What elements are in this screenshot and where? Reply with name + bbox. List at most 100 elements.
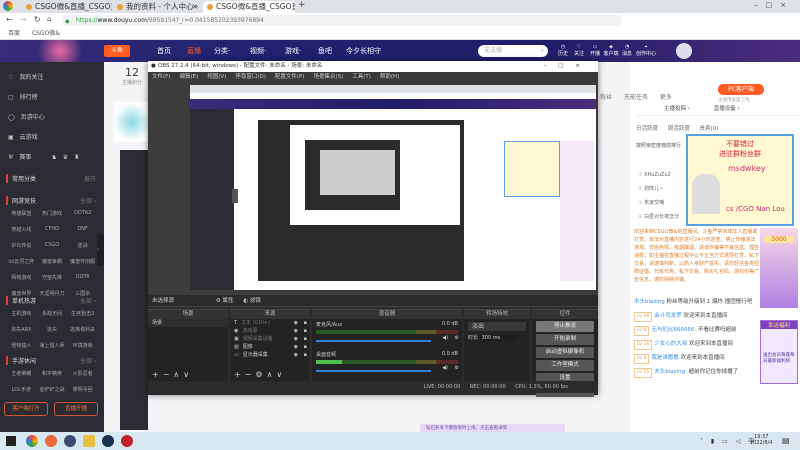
- control-button[interactable]: 工作室模式: [536, 360, 594, 371]
- sidebar-item-events[interactable]: ♅ 赛事 ♞♛♜: [8, 152, 86, 161]
- rank-item[interactable]: ④ 白昼对长夜恋分: [638, 210, 679, 224]
- source-item[interactable]: ▭ 显示器采集 ◉ ▪: [230, 351, 310, 359]
- category-link[interactable]: lol云顶之弈: [6, 258, 37, 265]
- steam-taskbar-icon[interactable]: [102, 435, 114, 447]
- category-link[interactable]: 逃离塔科夫: [67, 326, 98, 333]
- category-link[interactable]: 和平精英: [37, 370, 68, 377]
- category-link[interactable]: CFHD: [37, 226, 68, 233]
- bookmark-csgo[interactable]: CSGO微&: [32, 30, 60, 37]
- browser-logo-icon[interactable]: [3, 1, 13, 11]
- sidebar-item-cloudgame[interactable]: ▣ 云游戏: [8, 132, 38, 141]
- start-button-icon[interactable]: [6, 436, 16, 446]
- search-icon[interactable]: ⌕: [541, 45, 544, 57]
- tab-daily[interactable]: 日活跃度: [636, 126, 658, 132]
- visibility-eye-icon[interactable]: ◉: [294, 327, 298, 335]
- notification-center-icon[interactable]: ▤: [782, 436, 790, 445]
- nav-games[interactable]: 游戏·: [285, 40, 301, 62]
- browser-taskbar-icon[interactable]: [26, 435, 38, 447]
- reload-icon[interactable]: ↻: [34, 15, 41, 24]
- app-taskbar-icon[interactable]: [64, 435, 76, 447]
- obs-menu-item[interactable]: 编辑(E): [179, 74, 198, 80]
- nav-category[interactable]: 分类·: [214, 40, 230, 62]
- control-button[interactable]: 启动虚拟摄像机: [536, 347, 594, 358]
- volume-slider[interactable]: [316, 340, 431, 342]
- team-logos-icon[interactable]: ♞♛♜: [51, 154, 85, 161]
- app-taskbar-icon[interactable]: [83, 435, 95, 447]
- tab-csgo-1[interactable]: CSGO微&直播_CSGO直播_: [22, 1, 112, 13]
- nav-live[interactable]: 直播: [187, 40, 201, 62]
- gear-icon[interactable]: ⚙: [455, 365, 459, 371]
- control-button[interactable]: 开始录制: [536, 334, 594, 345]
- welfare-ad[interactable]: 幸运福利 送出会员每逢每日最新福利榜: [760, 320, 798, 384]
- obs-menu-item[interactable]: 配置文件(P): [275, 74, 305, 80]
- lock-icon[interactable]: ▪: [304, 351, 307, 359]
- category-link[interactable]: 守望先锋: [37, 274, 68, 281]
- category-link[interactable]: DOTA2: [67, 210, 98, 217]
- more-button[interactable]: 更多: [660, 94, 672, 101]
- gear-icon[interactable]: ⚙: [455, 335, 459, 341]
- home-icon[interactable]: ⌂: [47, 15, 51, 23]
- obs-menu-item[interactable]: 帮助(H): [380, 74, 399, 80]
- control-button[interactable]: 停止推流: [536, 321, 594, 332]
- category-link[interactable]: 火影忍者: [67, 370, 98, 377]
- source-item[interactable]: T 文本 (GDI+) ◉ ▪: [230, 319, 310, 327]
- rank-item[interactable]: ② 初阵儿~: [638, 182, 679, 196]
- category-link[interactable]: DNF: [67, 226, 98, 233]
- source-item[interactable]: ▧ 图像 ◉ ▪: [230, 343, 310, 351]
- obs-window-controls[interactable]: –□×: [543, 61, 592, 72]
- all-link[interactable]: 全部 ›: [80, 356, 96, 365]
- user-avatar[interactable]: [676, 43, 692, 59]
- category-link[interactable]: 永劫无间: [37, 310, 68, 317]
- category-link[interactable]: 网络游戏: [6, 274, 37, 281]
- category-link[interactable]: 魔兽怀旧服: [67, 258, 98, 265]
- properties-button[interactable]: ⚙ 属性: [216, 298, 234, 304]
- source-item[interactable]: ▣ 视频采集设备 ◉ ▪: [230, 335, 310, 343]
- url-input[interactable]: ◆ https://www.douyu.com/6959154?_r=0.041…: [62, 15, 622, 26]
- forward-icon[interactable]: →: [20, 15, 27, 24]
- category-link[interactable]: DOTA: [67, 274, 98, 281]
- category-link[interactable]: 逃失: [37, 326, 68, 333]
- new-tab-button[interactable]: +: [298, 0, 306, 10]
- tab-profile[interactable]: 我的资料 - 个人中心 - 斗鱼×: [113, 1, 201, 13]
- sidebar-item-ranking[interactable]: ▢ 排行榜: [8, 92, 38, 101]
- volume-slider[interactable]: [316, 370, 431, 372]
- preview-splitter[interactable]: [232, 189, 238, 203]
- category-link[interactable]: 金铲铲之战: [37, 386, 68, 393]
- category-link[interactable]: 王者荣耀: [6, 370, 37, 377]
- anchor-post-link[interactable]: 主播投稿 ›: [664, 106, 690, 112]
- app-taskbar-icon[interactable]: [45, 435, 57, 447]
- visibility-eye-icon[interactable]: ◉: [294, 351, 298, 359]
- category-link[interactable]: 热门游戏: [37, 210, 68, 217]
- close-tab-icon[interactable]: ×: [191, 1, 198, 13]
- category-link[interactable]: CSGO: [37, 242, 68, 249]
- energy-task-button[interactable]: 充能任务: [624, 94, 648, 101]
- nav-video[interactable]: 视频·: [250, 40, 266, 62]
- all-link[interactable]: 全部 ›: [80, 196, 96, 205]
- obs-menu-item[interactable]: 视图(V): [207, 74, 226, 80]
- back-icon[interactable]: ←: [6, 15, 13, 24]
- obs-menu-item[interactable]: 工具(T): [352, 74, 371, 80]
- obs-menu-item[interactable]: 文件(F): [152, 74, 170, 80]
- chat-username[interactable]: 无与伦比666666:: [651, 327, 696, 333]
- category-link[interactable]: 穿越火线: [6, 226, 37, 233]
- chat-username[interactable]: 少女心的大叔: [654, 341, 687, 347]
- category-link[interactable]: 环境游戏: [67, 342, 98, 349]
- visibility-eye-icon[interactable]: ◉: [294, 343, 298, 351]
- expand-link[interactable]: 展开: [84, 174, 96, 183]
- category-link[interactable]: 逆战: [67, 242, 98, 249]
- category-link[interactable]: 主机游戏: [6, 310, 37, 317]
- category-link[interactable]: 逃失ARX: [6, 326, 37, 333]
- lottery-ad[interactable]: 5000: [760, 228, 798, 308]
- category-link[interactable]: 魔兽争霸: [37, 258, 68, 265]
- transition-select[interactable]: 淡出: [468, 322, 526, 331]
- obs-taskbar-icon[interactable]: [121, 435, 133, 447]
- obs-menu-item[interactable]: 场景集合(S): [313, 74, 343, 80]
- scene-item[interactable]: 场景: [148, 319, 228, 327]
- scene-controls[interactable]: +−∧∨: [152, 370, 193, 379]
- lock-icon[interactable]: ▪: [304, 343, 307, 351]
- category-link[interactable]: LOL手游: [6, 386, 37, 393]
- obs-preview[interactable]: [148, 83, 598, 295]
- sidebar-item-follow[interactable]: ♡ 我的关注: [8, 72, 43, 81]
- tab-csgo-active[interactable]: CSGO微&直播_CSGO直播_: [203, 1, 295, 13]
- sidebar-item-webgames[interactable]: ◯ 页游中心: [8, 112, 45, 121]
